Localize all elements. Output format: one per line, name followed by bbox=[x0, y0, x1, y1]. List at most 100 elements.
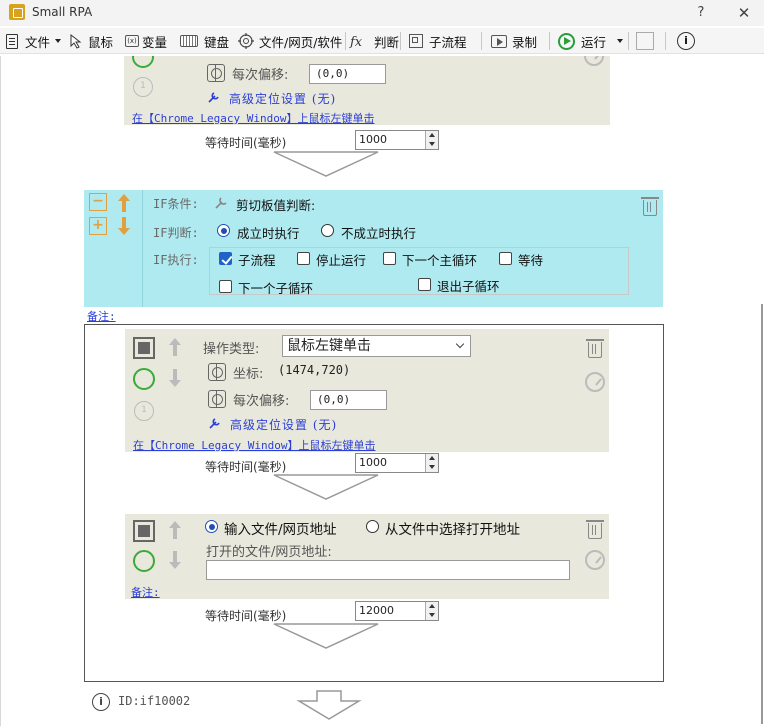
stepper-arrows-icon[interactable] bbox=[425, 131, 438, 149]
fullscreen-button[interactable] bbox=[636, 30, 657, 52]
exec-exit-sub-loop-checkbox[interactable] bbox=[418, 278, 431, 291]
flow-arrow-icon bbox=[273, 474, 379, 500]
exec-wait-checkbox[interactable] bbox=[499, 252, 512, 265]
scrollbar-thumb[interactable] bbox=[761, 304, 763, 724]
note-link[interactable]: 在【Chrome Legacy Window】上鼠标左键单击 bbox=[132, 110, 374, 126]
exec-stop-label[interactable]: 停止运行 bbox=[316, 250, 366, 269]
enable-toggle-icon[interactable] bbox=[133, 550, 155, 572]
address-input[interactable] bbox=[206, 560, 570, 580]
file-web-software-label: 文件/网页/软件 bbox=[259, 34, 343, 50]
exec-wait-label[interactable]: 等待 bbox=[518, 250, 543, 269]
variable-button[interactable]: (x) 变量 bbox=[125, 30, 167, 52]
wait-time-label: 等待时间(毫秒) bbox=[205, 136, 287, 150]
select-block-icon[interactable] bbox=[133, 337, 155, 359]
toolbar-divider bbox=[665, 32, 666, 50]
exec-next-sub-loop-checkbox[interactable] bbox=[219, 280, 232, 293]
keyboard-button[interactable]: 键盘 bbox=[180, 30, 229, 52]
speed-gauge-icon[interactable] bbox=[584, 56, 604, 66]
op-type-dropdown[interactable]: 鼠标左键单击 bbox=[282, 335, 471, 357]
select-block-icon[interactable] bbox=[133, 520, 155, 542]
repeat-icon[interactable]: 1 bbox=[134, 401, 154, 421]
exec-next-main-loop-checkbox[interactable] bbox=[383, 252, 396, 265]
subprocess-icon bbox=[409, 34, 423, 48]
function-icon: ƒx bbox=[349, 35, 363, 49]
offset-input[interactable]: (0,0) bbox=[310, 390, 387, 410]
record-label: 录制 bbox=[512, 34, 538, 50]
exec-stop-checkbox[interactable] bbox=[297, 252, 310, 265]
judge-false-radio[interactable] bbox=[321, 224, 334, 237]
toolbar-divider bbox=[549, 32, 550, 50]
exec-exit-sub-loop-label[interactable]: 退出子循环 bbox=[437, 276, 500, 295]
subprocess-button[interactable]: 子流程 bbox=[409, 30, 467, 52]
move-up-icon[interactable] bbox=[116, 192, 132, 214]
advanced-position-link[interactable]: 高级定位设置 (无) bbox=[230, 416, 337, 433]
repeat-icon[interactable]: 1 bbox=[133, 77, 153, 97]
judge-false-label[interactable]: 不成立时执行 bbox=[341, 223, 416, 242]
exec-next-sub-loop-label[interactable]: 下一个子循环 bbox=[238, 278, 313, 297]
info-button[interactable]: i bbox=[677, 30, 698, 52]
enable-toggle-icon[interactable] bbox=[132, 56, 154, 68]
move-down-icon[interactable] bbox=[167, 367, 183, 389]
run-button[interactable]: 运行 bbox=[558, 30, 624, 52]
crosshair-target-icon[interactable] bbox=[208, 390, 226, 408]
chevron-down-icon bbox=[455, 339, 465, 349]
wait-time-stepper[interactable]: 1000 bbox=[355, 130, 439, 150]
op-type-label: 操作类型: bbox=[203, 342, 260, 357]
close-button[interactable]: ✕ bbox=[730, 2, 758, 24]
select-file-label[interactable]: 从文件中选择打开地址 bbox=[385, 518, 520, 538]
info-icon[interactable]: i bbox=[92, 693, 110, 711]
mouse-button[interactable]: 鼠标 bbox=[68, 30, 113, 52]
move-down-icon[interactable] bbox=[167, 549, 183, 571]
wait-time-stepper[interactable]: 1000 bbox=[355, 453, 439, 473]
if-note-link[interactable]: 备注: bbox=[87, 308, 116, 324]
record-button[interactable]: 录制 bbox=[491, 30, 537, 52]
if-condition-label: IF条件: bbox=[153, 197, 199, 211]
judge-label: 判断 bbox=[374, 34, 400, 50]
input-address-label[interactable]: 输入文件/网页地址 bbox=[224, 518, 337, 538]
delete-icon[interactable] bbox=[586, 520, 604, 539]
judge-true-radio[interactable] bbox=[217, 224, 230, 237]
collapse-icon[interactable]: − bbox=[89, 193, 107, 211]
select-file-radio[interactable] bbox=[366, 520, 379, 533]
title-bar: Small RPA ? ✕ bbox=[0, 0, 764, 26]
move-up-icon[interactable] bbox=[167, 336, 183, 358]
crosshair-target-icon[interactable] bbox=[208, 363, 226, 381]
help-button[interactable]: ? bbox=[688, 2, 714, 24]
speed-gauge-icon[interactable] bbox=[585, 372, 605, 392]
window-title: Small RPA bbox=[32, 5, 93, 19]
note-link[interactable]: 备注: bbox=[131, 584, 160, 600]
file-web-software-button[interactable]: 文件/网页/软件 bbox=[236, 30, 342, 52]
offset-input[interactable]: (0,0) bbox=[309, 64, 386, 84]
delete-icon[interactable] bbox=[641, 197, 659, 216]
exec-subprocess-label[interactable]: 子流程 bbox=[238, 250, 276, 269]
offset-label: 每次偏移: bbox=[233, 394, 290, 409]
if-condition-value[interactable]: 剪切板值判断: bbox=[236, 195, 315, 214]
canvas-border bbox=[0, 56, 1, 726]
wait-time-stepper[interactable]: 12000 bbox=[355, 601, 439, 621]
enable-toggle-icon[interactable] bbox=[133, 368, 155, 390]
if-note-bar: 备注: bbox=[84, 307, 663, 324]
toolbar-divider bbox=[400, 32, 401, 50]
judge-button[interactable]: ƒx 判断 bbox=[349, 30, 399, 52]
flow-canvas[interactable]: 1 每次偏移: (0,0) 高级定位设置 (无) 在【Chrome Legacy… bbox=[0, 56, 764, 726]
app-logo-icon bbox=[9, 4, 25, 20]
delete-icon[interactable] bbox=[586, 339, 604, 358]
judge-true-label[interactable]: 成立时执行 bbox=[237, 223, 300, 242]
speed-gauge-icon[interactable] bbox=[585, 550, 605, 570]
advanced-position-link[interactable]: 高级定位设置 (无) bbox=[229, 90, 336, 107]
wait-time-value: 1000 bbox=[359, 456, 387, 469]
crosshair-target-icon[interactable] bbox=[207, 64, 225, 82]
exec-next-main-loop-label[interactable]: 下一个主循环 bbox=[402, 250, 477, 269]
stepper-arrows-icon[interactable] bbox=[425, 454, 438, 472]
move-up-icon[interactable] bbox=[167, 519, 183, 541]
exec-subprocess-checkbox[interactable] bbox=[219, 252, 232, 265]
file-menu-button[interactable]: 文件 bbox=[6, 30, 62, 52]
settings-gear-icon bbox=[238, 33, 254, 49]
play-icon bbox=[558, 32, 575, 50]
info-icon: i bbox=[677, 32, 695, 50]
stepper-arrows-icon[interactable] bbox=[425, 602, 438, 620]
move-down-icon[interactable] bbox=[116, 215, 132, 237]
note-link[interactable]: 在【Chrome Legacy Window】上鼠标左键单击 bbox=[133, 437, 375, 453]
expand-icon[interactable]: + bbox=[89, 217, 107, 235]
input-address-radio[interactable] bbox=[205, 520, 218, 533]
